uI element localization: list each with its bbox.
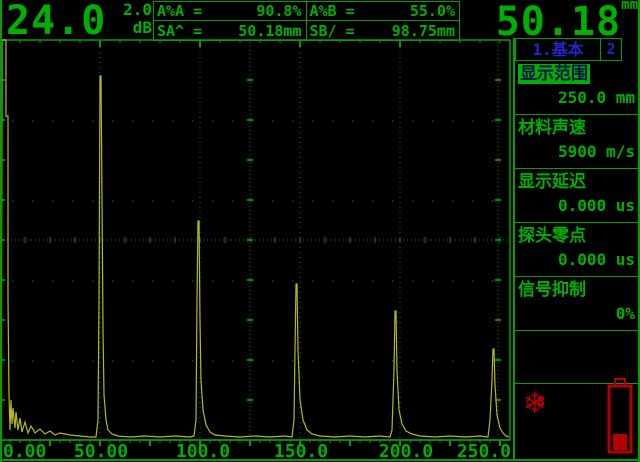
measurement-a-pct-b: A%B = 55.0%: [307, 2, 460, 21]
gain-unit-label: dB: [112, 19, 152, 37]
measurement-a-pct-a: A%A = 90.8%: [154, 2, 307, 21]
flaw-detector-screen: 24.0 2.0 dB A%A =90.8%A%B =55.0%SA^ =50.…: [0, 0, 640, 462]
menu-item-label: 显示延迟: [518, 172, 586, 192]
menu-page-indicator[interactable]: 2: [601, 38, 622, 61]
menu-item-value: 0.000 us: [515, 248, 640, 272]
measurement-value: 55.0%: [410, 2, 455, 20]
menu-item-value: 0.000 us: [515, 194, 640, 218]
menu-item-value: 250.0 mm: [515, 86, 640, 110]
tab-basic[interactable]: 1.基本: [515, 38, 601, 61]
menu-empty-cell: [515, 331, 640, 384]
measurement-label: SA^ =: [157, 22, 202, 40]
battery-icon: [607, 378, 633, 454]
freeze-letter: B: [537, 395, 545, 410]
ascan-plot: 0.0050.00100.0150.0200.0250.0: [0, 38, 513, 462]
menu-sidebar: 1.基本 2 显示范围250.0 mm材料声速5900 m/s显示延迟0.000…: [513, 38, 640, 459]
menu-item-value: 5900 m/s: [515, 140, 640, 164]
menu-item-display-range[interactable]: 显示范围250.0 mm: [515, 61, 640, 115]
menu-item-value: 0%: [515, 302, 640, 326]
measurement-grid: A%A = 90.8% A%B = 55.0% SA^ = 50.18mm SB/ = 98.…: [153, 1, 460, 41]
menu-item-label: 显示范围: [518, 64, 590, 84]
freeze-icon: ❄ B: [525, 384, 561, 420]
primary-reading-unit: mm: [621, 0, 638, 13]
measurement-label: A%B =: [310, 2, 355, 20]
measurement-label: SB/ =: [310, 22, 355, 40]
menu-item-probe-zero[interactable]: 探头零点0.000 us: [515, 223, 640, 277]
menu-item-label: 探头零点: [518, 226, 586, 246]
gain-step-value: 2.0: [112, 1, 152, 19]
menu-item-display-delay[interactable]: 显示延迟0.000 us: [515, 169, 640, 223]
measurement-value: 50.18mm: [238, 22, 301, 40]
menu-item-label: 材料声速: [518, 118, 586, 138]
measurement-value: 98.75mm: [392, 22, 455, 40]
menu-item-reject[interactable]: 信号抑制0%: [515, 277, 640, 331]
ascan-trace: [1, 40, 509, 438]
screen-border-left: [0, 0, 2, 462]
measurement-value: 90.8%: [256, 2, 301, 20]
measurement-label: A%A =: [157, 2, 202, 20]
gain-step-block: 2.0 dB: [112, 1, 152, 37]
menu-items: 显示范围250.0 mm材料声速5900 m/s显示延迟0.000 us探头零点…: [515, 61, 640, 331]
status-icon-box: ❄ B: [515, 384, 640, 452]
menu-item-label: 信号抑制: [518, 280, 586, 300]
screen-border-bottom: [0, 459, 640, 461]
menu-item-material-velocity[interactable]: 材料声速5900 m/s: [515, 115, 640, 169]
menu-tab-row: 1.基本 2: [515, 38, 640, 61]
